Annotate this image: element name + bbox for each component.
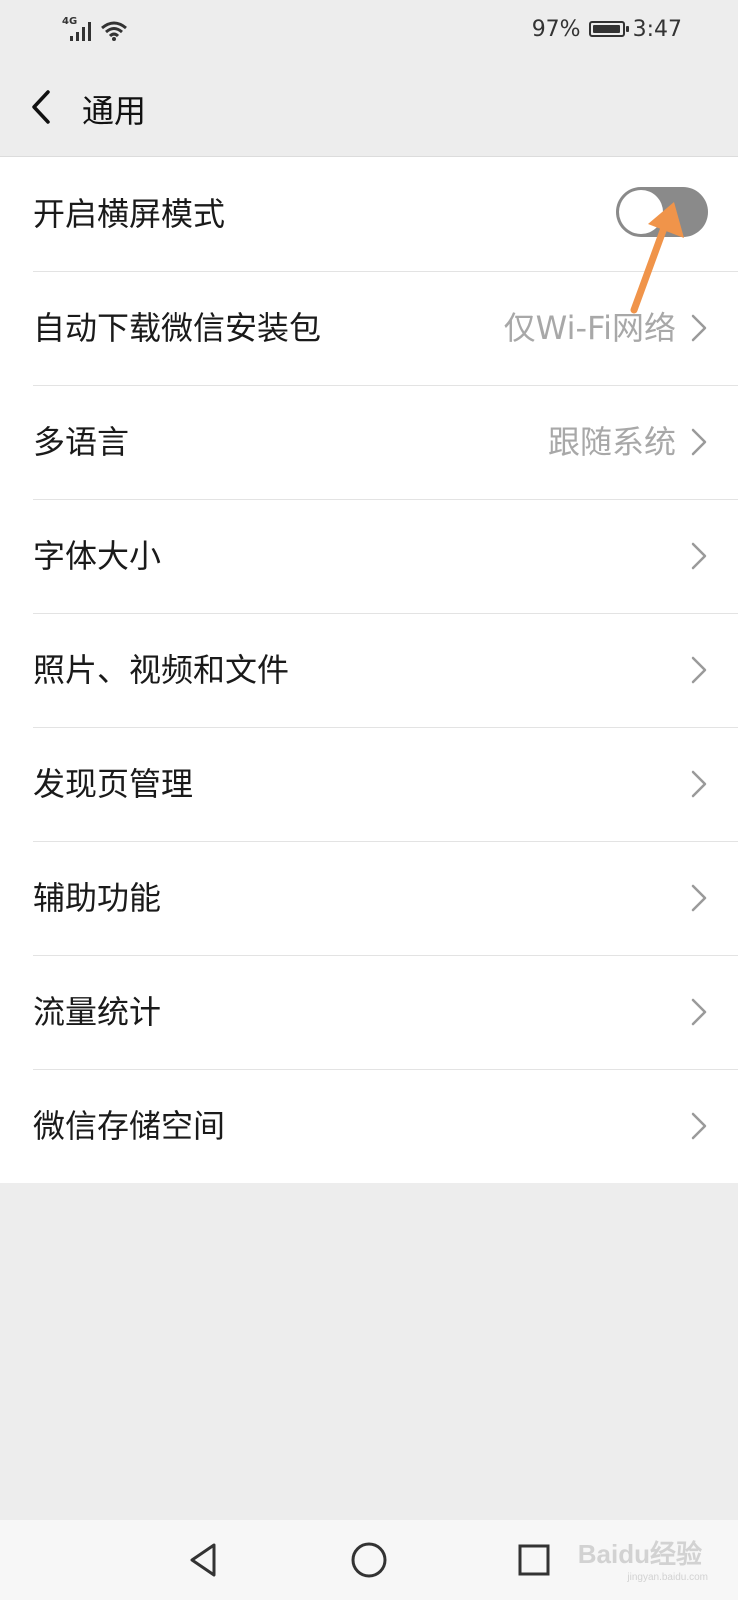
wifi-icon — [101, 21, 127, 41]
settings-row-media-files[interactable]: 照片、视频和文件 — [0, 613, 738, 727]
row-label: 自动下载微信安装包 — [33, 309, 322, 347]
row-value: 跟随系统 — [547, 423, 676, 461]
nav-header: 通用 — [0, 58, 738, 157]
recents-square-icon — [518, 1544, 550, 1576]
settings-row-storage[interactable]: 微信存储空间 — [0, 1069, 738, 1183]
status-left: 4G — [62, 14, 128, 42]
battery-percent: 97% — [531, 16, 581, 42]
settings-row-language[interactable]: 多语言 跟随系统 — [0, 385, 738, 499]
row-label: 多语言 — [33, 423, 130, 461]
watermark: Baidu经验 — [577, 1539, 702, 1569]
settings-row-data-usage[interactable]: 流量统计 — [0, 955, 738, 1069]
chevron-right-icon — [691, 428, 707, 456]
system-recents-button[interactable] — [514, 1540, 554, 1580]
settings-row-font-size[interactable]: 字体大小 — [0, 499, 738, 613]
battery-fill — [592, 25, 620, 33]
system-back-button[interactable] — [184, 1540, 224, 1580]
chevron-right-icon — [691, 884, 707, 912]
chevron-right-icon — [691, 542, 707, 570]
clock: 3:47 — [632, 16, 682, 42]
watermark-sub: jingyan.baidu.com — [627, 1572, 708, 1583]
row-label: 微信存储空间 — [33, 1107, 226, 1145]
chevron-right-icon — [691, 998, 707, 1026]
chevron-right-icon — [691, 770, 707, 798]
row-label: 流量统计 — [33, 993, 162, 1031]
status-right: 97% 3:47 — [532, 14, 682, 44]
row-label: 发现页管理 — [33, 765, 194, 803]
home-circle-icon — [351, 1542, 387, 1578]
row-label: 照片、视频和文件 — [33, 651, 290, 689]
landscape-mode-label: 开启横屏模式 — [33, 195, 226, 233]
settings-row-discover-management[interactable]: 发现页管理 — [0, 727, 738, 841]
annotation-arrow-icon — [630, 202, 684, 314]
back-chevron-icon — [32, 90, 50, 124]
chevron-right-icon — [691, 314, 707, 342]
system-nav-bar: Baidu经验 jingyan.baidu.com — [0, 1520, 738, 1600]
network-type: 4G — [62, 16, 78, 27]
row-label: 辅助功能 — [33, 879, 162, 917]
battery-icon — [588, 21, 629, 37]
settings-row-accessibility[interactable]: 辅助功能 — [0, 841, 738, 955]
page-title: 通用 — [82, 92, 147, 130]
back-button[interactable] — [20, 82, 64, 132]
chevron-right-icon — [691, 1112, 707, 1140]
row-label: 字体大小 — [33, 537, 162, 575]
status-bar: 4G 97% 3:47 — [0, 0, 738, 58]
system-home-button[interactable] — [349, 1540, 389, 1580]
back-triangle-icon — [190, 1543, 216, 1577]
chevron-right-icon — [691, 656, 707, 684]
